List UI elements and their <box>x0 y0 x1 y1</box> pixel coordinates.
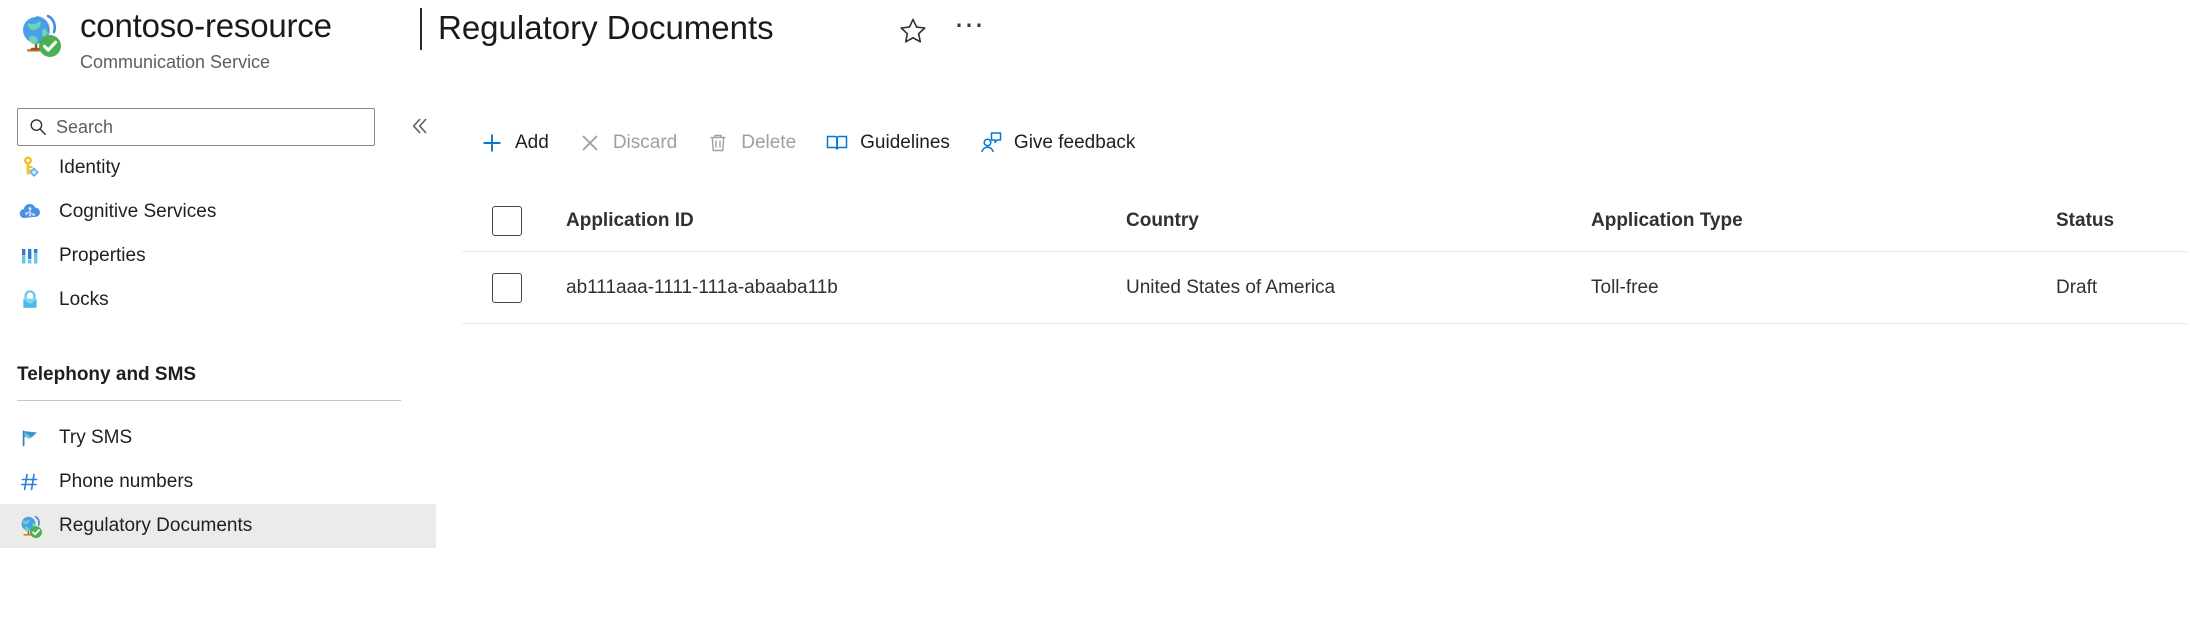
give-feedback-button-label: Give feedback <box>1013 132 1136 153</box>
row-select-cell <box>462 272 566 303</box>
lock-icon <box>17 287 43 313</box>
sidebar-item-properties[interactable]: Properties <box>0 234 436 278</box>
command-bar: Add Discard Delete Guidelines Give feedb… <box>465 116 1149 170</box>
page-title: Regulatory Documents <box>438 9 774 46</box>
guidelines-button[interactable]: Guidelines <box>810 116 964 170</box>
properties-bars-icon <box>17 243 43 269</box>
plus-icon <box>479 130 505 156</box>
cell-status: Draft <box>2056 276 2098 298</box>
search-box[interactable] <box>17 108 375 146</box>
cell-application-id: ab111aaa-1111-111a-abaaba11b <box>566 276 838 298</box>
select-all-checkbox[interactable] <box>492 205 522 236</box>
column-header-application-id[interactable]: Application ID <box>566 209 1126 233</box>
sidebar-section-telephony: Telephony and SMS <box>0 362 436 401</box>
nav-list: Identity Cognitive Services Properties L… <box>0 146 436 322</box>
globe-check-icon <box>17 513 43 539</box>
trash-icon <box>705 130 731 156</box>
delete-button-label: Delete <box>741 132 797 153</box>
sidebar-item-label: Try SMS <box>59 427 133 448</box>
globe-check-icon <box>14 10 62 58</box>
sidebar-item-label: Locks <box>59 289 109 310</box>
discard-button-label: Discard <box>612 132 678 153</box>
content-area: Add Discard Delete Guidelines Give feedb… <box>460 98 2190 628</box>
cross-icon <box>577 130 603 156</box>
sidebar-item-cognitive-services[interactable]: Cognitive Services <box>0 190 436 234</box>
sidebar-item-label: Identity <box>59 157 121 178</box>
search-row <box>17 108 427 146</box>
key-identity-icon <box>17 155 43 181</box>
select-all-cell <box>462 205 566 236</box>
resource-identity: contoso-resource Communication Service <box>80 5 332 75</box>
table-row[interactable]: ab111aaa-1111-111a-abaaba11b United Stat… <box>462 252 2188 324</box>
give-feedback-button[interactable]: Give feedback <box>964 116 1149 170</box>
sidebar-item-locks[interactable]: Locks <box>0 278 436 322</box>
sidebar-section-title: Telephony and SMS <box>17 364 197 385</box>
add-button[interactable]: Add <box>465 116 563 170</box>
flag-sms-icon <box>17 425 43 451</box>
page-header: contoso-resource Communication Service R… <box>0 0 2190 92</box>
resource-name: contoso-resource <box>80 7 332 44</box>
azure-portal-page: contoso-resource Communication Service R… <box>0 0 2190 628</box>
add-button-label: Add <box>515 132 549 153</box>
nav-list-telephony: Try SMS Phone numbers Regulatory Documen… <box>0 416 436 548</box>
column-header-status[interactable]: Status <box>2056 209 2186 233</box>
row-checkbox[interactable] <box>492 272 522 303</box>
sidebar-item-phone-numbers[interactable]: Phone numbers <box>0 460 436 504</box>
sidebar: Identity <box>0 98 436 628</box>
search-icon <box>28 117 48 137</box>
column-header-country[interactable]: Country <box>1126 209 1591 233</box>
sidebar-item-label: Properties <box>59 245 146 266</box>
chevron-double-left-icon[interactable] <box>403 113 433 141</box>
guidelines-button-label: Guidelines <box>860 132 950 153</box>
search-input[interactable] <box>56 112 356 142</box>
resource-type: Communication Service <box>80 52 271 72</box>
ellipsis-icon[interactable]: ⋯ <box>950 11 990 46</box>
cell-application-type: Toll-free <box>1591 276 1659 298</box>
sidebar-item-try-sms[interactable]: Try SMS <box>0 416 436 460</box>
book-icon <box>824 130 850 156</box>
sidebar-item-label: Regulatory Documents <box>59 515 253 536</box>
sidebar-section-divider <box>17 400 401 401</box>
cloud-cognitive-icon <box>17 199 43 225</box>
discard-button[interactable]: Discard <box>563 116 691 170</box>
star-icon[interactable] <box>898 16 928 46</box>
regulatory-documents-table: Application ID Country Application Type … <box>462 190 2188 324</box>
column-header-application-type[interactable]: Application Type <box>1591 209 2056 233</box>
sidebar-item-label: Phone numbers <box>59 471 194 492</box>
table-header-row: Application ID Country Application Type … <box>462 190 2188 252</box>
sidebar-item-label: Cognitive Services <box>59 201 217 222</box>
cell-country: United States of America <box>1126 276 1336 298</box>
sidebar-item-identity[interactable]: Identity <box>0 146 436 190</box>
feedback-icon <box>978 130 1004 156</box>
title-divider <box>420 8 422 50</box>
sidebar-item-regulatory-documents[interactable]: Regulatory Documents <box>0 504 436 548</box>
hash-number-icon <box>17 469 43 495</box>
delete-button[interactable]: Delete <box>691 116 810 170</box>
